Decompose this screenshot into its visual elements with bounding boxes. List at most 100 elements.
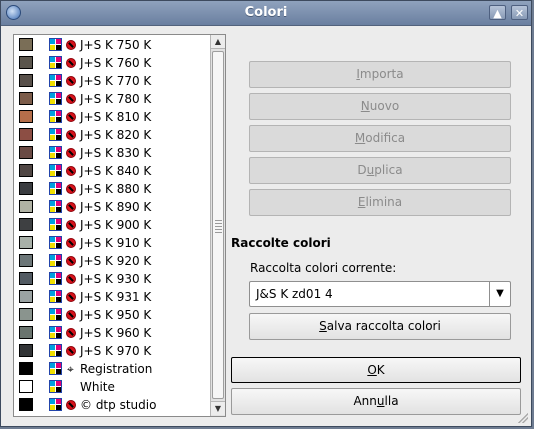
color-swatch	[19, 344, 33, 357]
color-swatch	[19, 146, 33, 159]
list-item[interactable]: J+S K 750 K	[14, 36, 210, 54]
chevron-down-icon[interactable]: ▼	[489, 282, 510, 306]
new-label: Nuovo	[360, 99, 400, 113]
spot-color-icon	[66, 94, 76, 104]
list-item[interactable]: © dtp studio	[14, 396, 210, 414]
edit-button[interactable]: Modifica	[249, 125, 511, 152]
new-button[interactable]: Nuovo	[249, 93, 511, 120]
spot-color-icon	[66, 202, 76, 212]
color-list[interactable]: J+S K 750 K J+S K 760 K J+S K 770 K J+S K 7…	[13, 34, 226, 417]
color-name: Registration	[80, 362, 153, 376]
spot-color-icon	[66, 112, 76, 122]
list-item[interactable]: J+S K 760 K	[14, 54, 210, 72]
list-item[interactable]: J+S K 890 K	[14, 198, 210, 216]
cmyk-icon	[49, 74, 62, 87]
title-bar[interactable]: Colori ▲ ✕	[1, 1, 531, 26]
import-button[interactable]: Importa	[249, 61, 511, 88]
cmyk-icon	[49, 344, 62, 357]
color-swatch	[19, 362, 33, 375]
vertical-scrollbar[interactable]: ▲ ▼	[210, 35, 225, 416]
collections-heading: Raccolte colori	[231, 236, 331, 250]
color-name: J+S K 960 K	[80, 326, 152, 340]
cmyk-icon	[49, 128, 62, 141]
color-name: J+S K 780 K	[80, 92, 152, 106]
registration-icon: ⌖	[67, 362, 74, 376]
spot-color-icon	[66, 238, 76, 248]
spot-color-icon	[66, 166, 76, 176]
delete-button[interactable]: Elimina	[249, 189, 511, 216]
color-name: White	[80, 380, 115, 394]
spot-color-icon	[66, 400, 76, 410]
collection-select-value: J&S K zd01 4	[256, 287, 333, 301]
list-item[interactable]: White	[14, 378, 210, 396]
duplicate-button[interactable]: Duplica	[249, 157, 511, 184]
spot-color-icon	[66, 148, 76, 158]
cmyk-icon	[49, 290, 62, 303]
spot-color-icon	[66, 184, 76, 194]
delete-label: Elimina	[357, 195, 403, 209]
list-item[interactable]: J+S K 770 K	[14, 72, 210, 90]
color-swatch	[19, 38, 33, 51]
cmyk-icon	[49, 38, 62, 51]
color-name: J+S K 910 K	[80, 236, 152, 250]
save-collection-label: Salva raccolta colori	[319, 319, 441, 333]
color-swatch	[19, 74, 33, 87]
close-icon[interactable]: ✕	[511, 5, 528, 20]
color-swatch	[19, 380, 33, 393]
cmyk-icon	[49, 56, 62, 69]
spot-color-icon	[66, 256, 76, 266]
color-name: J+S K 830 K	[80, 146, 152, 160]
color-swatch	[19, 110, 33, 123]
color-name: J+S K 920 K	[80, 254, 152, 268]
current-collection-label: Raccolta colori corrente:	[250, 261, 397, 275]
list-item[interactable]: J+S K 840 K	[14, 162, 210, 180]
list-item[interactable]: J+S K 950 K	[14, 306, 210, 324]
color-name: J+S K 810 K	[80, 110, 152, 124]
cancel-button[interactable]: Annulla	[231, 388, 521, 415]
cancel-label: Annulla	[353, 394, 399, 408]
cmyk-icon	[49, 146, 62, 159]
list-item[interactable]: J+S K 820 K	[14, 126, 210, 144]
color-swatch	[19, 326, 33, 339]
spot-color-icon	[66, 130, 76, 140]
color-swatch	[19, 128, 33, 141]
cmyk-icon	[49, 326, 62, 339]
list-item[interactable]: ⌖ Registration	[14, 360, 210, 378]
list-item[interactable]: J+S K 900 K	[14, 216, 210, 234]
list-item[interactable]: J+S K 920 K	[14, 252, 210, 270]
color-name: J+S K 930 K	[80, 272, 152, 286]
list-item[interactable]: J+S K 930 K	[14, 270, 210, 288]
import-label: Importa	[356, 67, 404, 81]
color-name: J+S K 770 K	[80, 74, 152, 88]
list-item[interactable]: J+S K 830 K	[14, 144, 210, 162]
list-item[interactable]: J+S K 931 K	[14, 288, 210, 306]
color-swatch	[19, 398, 33, 411]
color-swatch	[19, 56, 33, 69]
spot-color-icon	[66, 310, 76, 320]
collection-select[interactable]: J&S K zd01 4 ▼	[249, 281, 511, 307]
list-item[interactable]: J+S K 970 K	[14, 342, 210, 360]
maximize-icon[interactable]: ▲	[489, 5, 506, 20]
ok-button[interactable]: OK	[231, 357, 521, 383]
color-name: © dtp studio	[80, 398, 157, 412]
color-swatch	[19, 182, 33, 195]
save-collection-button[interactable]: Salva raccolta colori	[249, 313, 511, 340]
cmyk-icon	[49, 110, 62, 123]
list-item[interactable]: J+S K 910 K	[14, 234, 210, 252]
scroll-down-icon[interactable]: ▼	[211, 401, 225, 415]
color-swatch	[19, 308, 33, 321]
color-name: J+S K 820 K	[80, 128, 152, 142]
scroll-up-icon[interactable]: ▲	[211, 35, 225, 49]
cmyk-icon	[49, 236, 62, 249]
color-swatch	[19, 254, 33, 267]
list-item[interactable]: J+S K 960 K	[14, 324, 210, 342]
cmyk-icon	[49, 398, 62, 411]
cmyk-icon	[49, 200, 62, 213]
scroll-thumb[interactable]	[212, 51, 224, 399]
color-name: J+S K 750 K	[80, 38, 152, 52]
list-item[interactable]: J+S K 810 K	[14, 108, 210, 126]
list-item[interactable]: J+S K 780 K	[14, 90, 210, 108]
spot-color-icon	[66, 58, 76, 68]
list-item[interactable]: J+S K 880 K	[14, 180, 210, 198]
resize-grip-icon[interactable]	[518, 413, 528, 423]
